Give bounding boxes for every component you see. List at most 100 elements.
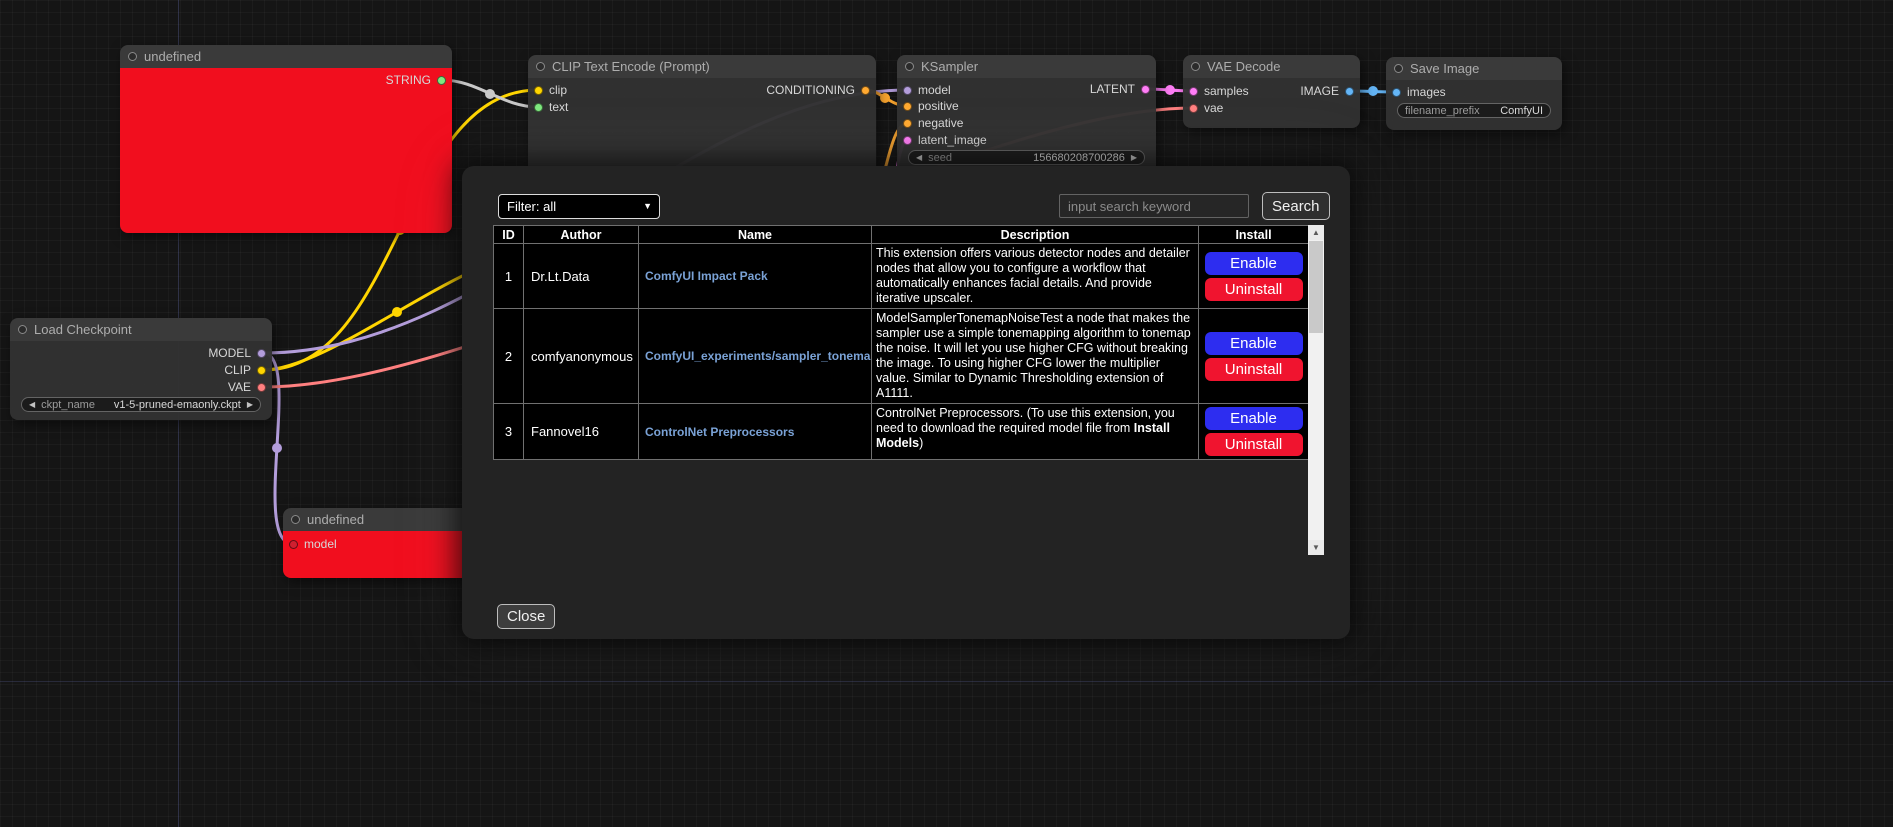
node-ksampler[interactable]: KSampler model positive negative latent_imag…	[897, 55, 1156, 178]
node-status-dot	[905, 62, 914, 71]
input-slot-label: positive	[918, 99, 959, 113]
scroll-up-icon[interactable]: ▲	[1308, 225, 1324, 240]
input-slot-model: model	[289, 537, 337, 551]
output-slot-dot-clip[interactable]	[257, 366, 266, 375]
extension-link[interactable]: ComfyUI Impact Pack	[645, 269, 768, 283]
output-slot-clip: CLIP	[224, 363, 266, 377]
node-title-bar[interactable]: VAE Decode	[1183, 55, 1360, 78]
node-title-bar[interactable]: Load Checkpoint	[10, 318, 272, 341]
node-status-dot	[536, 62, 545, 71]
link-dot-image	[1368, 86, 1378, 96]
node-clip-text-encode[interactable]: CLIP Text Encode (Prompt)cliptextCONDITI…	[528, 55, 876, 178]
node-title-bar[interactable]: CLIP Text Encode (Prompt)	[528, 55, 876, 78]
widget-filename_prefix[interactable]: filename_prefixComfyUI	[1397, 103, 1551, 118]
extension-description: This extension offers various detector n…	[872, 244, 1199, 309]
node-body: cliptextCONDITIONING	[528, 78, 876, 178]
scroll-down-icon[interactable]: ▼	[1308, 540, 1324, 555]
close-button[interactable]: Close	[497, 604, 555, 629]
search-button[interactable]: Search	[1262, 192, 1330, 220]
table-header-install: Install	[1199, 226, 1309, 244]
input-slot-dot-latent_image[interactable]	[903, 136, 912, 145]
table-header-name: Name	[639, 226, 872, 244]
output-slot-dot-vae[interactable]	[257, 383, 266, 392]
node-load-checkpoint[interactable]: Load CheckpointMODELCLIPVAE◀ckpt_namev1-…	[10, 318, 272, 420]
widget-value: v1-5-pruned-emaonly.ckpt	[114, 399, 241, 411]
input-slot-dot-text[interactable]	[534, 103, 543, 112]
extension-link[interactable]: ComfyUI_experiments/sampler_tonemap	[645, 349, 872, 363]
input-slot-dot-model[interactable]	[903, 86, 912, 95]
output-slot-image: IMAGE	[1300, 84, 1354, 98]
input-slot-negative: negative	[903, 116, 963, 130]
node-status-dot	[1191, 62, 1200, 71]
extension-link[interactable]: ControlNet Preprocessors	[645, 425, 794, 439]
input-slot-dot-positive[interactable]	[903, 102, 912, 111]
output-slot-dot-string[interactable]	[437, 76, 446, 85]
widget-name-label: ckpt_name	[41, 399, 95, 411]
widget-decrement-icon[interactable]: ◀	[29, 398, 35, 411]
extension-row: 3Fannovel16ControlNet PreprocessorsContr…	[494, 404, 1309, 460]
widget-increment-icon[interactable]: ▶	[247, 398, 253, 411]
extensions-table-area: IDAuthorNameDescriptionInstall 1Dr.Lt.Da…	[493, 225, 1324, 555]
input-slot-dot-samples[interactable]	[1189, 87, 1198, 96]
widget-seed[interactable]: ◀seed156680208700286▶	[908, 150, 1145, 165]
node-title-label: Save Image	[1410, 61, 1479, 76]
description-text: This extension offers various detector n…	[876, 246, 1190, 305]
output-slot-label: STRING	[386, 73, 431, 87]
input-slot-dot-images[interactable]	[1392, 88, 1401, 97]
input-slot-dot-model[interactable]	[289, 540, 298, 549]
node-body: STRING	[120, 68, 452, 233]
widget-increment-icon[interactable]: ▶	[1131, 151, 1137, 164]
widget-decrement-icon[interactable]: ◀	[916, 151, 922, 164]
uninstall-button[interactable]: Uninstall	[1205, 433, 1303, 456]
output-slot-dot-latent[interactable]	[1141, 85, 1150, 94]
uninstall-button[interactable]: Uninstall	[1205, 358, 1303, 381]
output-slot-label: LATENT	[1090, 82, 1135, 96]
extension-install-cell: Enable Uninstall	[1199, 309, 1309, 404]
input-slot-dot-vae[interactable]	[1189, 104, 1198, 113]
input-slot-dot-clip[interactable]	[534, 86, 543, 95]
output-slot-dot-conditioning[interactable]	[861, 86, 870, 95]
scrollbar-thumb[interactable]	[1309, 241, 1323, 333]
input-slot-label: model	[918, 83, 951, 97]
filter-select[interactable]: Filter: all	[498, 194, 660, 219]
widget-name-label: filename_prefix	[1405, 105, 1480, 117]
extension-description: ModelSamplerTonemapNoiseTest a node that…	[872, 309, 1199, 404]
enable-button[interactable]: Enable	[1205, 332, 1303, 355]
extension-row: 1Dr.Lt.DataComfyUI Impact PackThis exten…	[494, 244, 1309, 309]
node-title-bar[interactable]: Save Image	[1386, 57, 1562, 80]
link-dot-conditioning	[880, 93, 890, 103]
node-vae-decode[interactable]: VAE Decode samples vae IMAGE	[1183, 55, 1360, 128]
table-header-row: IDAuthorNameDescriptionInstall	[494, 226, 1309, 244]
widget-value: 156680208700286	[1033, 152, 1125, 164]
node-save-image[interactable]: Save Image images filename_prefixComfyUI	[1386, 57, 1562, 130]
output-slot-label: IMAGE	[1300, 84, 1339, 98]
input-slot-label: samples	[1204, 84, 1249, 98]
output-slot-label: MODEL	[208, 346, 251, 360]
output-slot-dot-model[interactable]	[257, 349, 266, 358]
node-body: model positive negative latent_image LATENT ◀…	[897, 78, 1156, 178]
extensions-table: IDAuthorNameDescriptionInstall 1Dr.Lt.Da…	[493, 225, 1309, 460]
extensions-table-body: 1Dr.Lt.DataComfyUI Impact PackThis exten…	[494, 244, 1309, 460]
uninstall-button[interactable]: Uninstall	[1205, 278, 1303, 301]
extension-id: 2	[494, 309, 524, 404]
enable-button[interactable]: Enable	[1205, 407, 1303, 430]
node-title-label: Load Checkpoint	[34, 322, 132, 337]
input-slot-label: model	[304, 537, 337, 551]
widget-ckpt_name[interactable]: ◀ ckpt_name v1-5-pruned-emaonly.ckpt ▶	[21, 397, 261, 412]
output-slot-dot-image[interactable]	[1345, 87, 1354, 96]
table-scrollbar[interactable]: ▲ ▼	[1308, 225, 1324, 555]
input-slot-dot-negative[interactable]	[903, 119, 912, 128]
node-title-bar[interactable]: KSampler	[897, 55, 1156, 78]
extension-row: 2comfyanonymous ComfyUI_experiments/sampl…	[494, 309, 1309, 404]
extension-author: comfyanonymous	[524, 309, 639, 404]
node-body: MODELCLIPVAE◀ckpt_namev1-5-pruned-emaonl…	[10, 341, 272, 420]
link-dot-string	[485, 89, 495, 99]
enable-button[interactable]: Enable	[1205, 252, 1303, 275]
extension-description: ControlNet Preprocessors. (To use this e…	[872, 404, 1199, 460]
search-input[interactable]	[1059, 194, 1249, 218]
input-slot-vae: vae	[1189, 101, 1223, 115]
node-title-bar[interactable]: undefined	[120, 45, 452, 68]
input-slot-label: latent_image	[918, 133, 987, 147]
node-undefined-top[interactable]: undefined STRING	[120, 45, 452, 233]
input-slot-label: images	[1407, 85, 1446, 99]
